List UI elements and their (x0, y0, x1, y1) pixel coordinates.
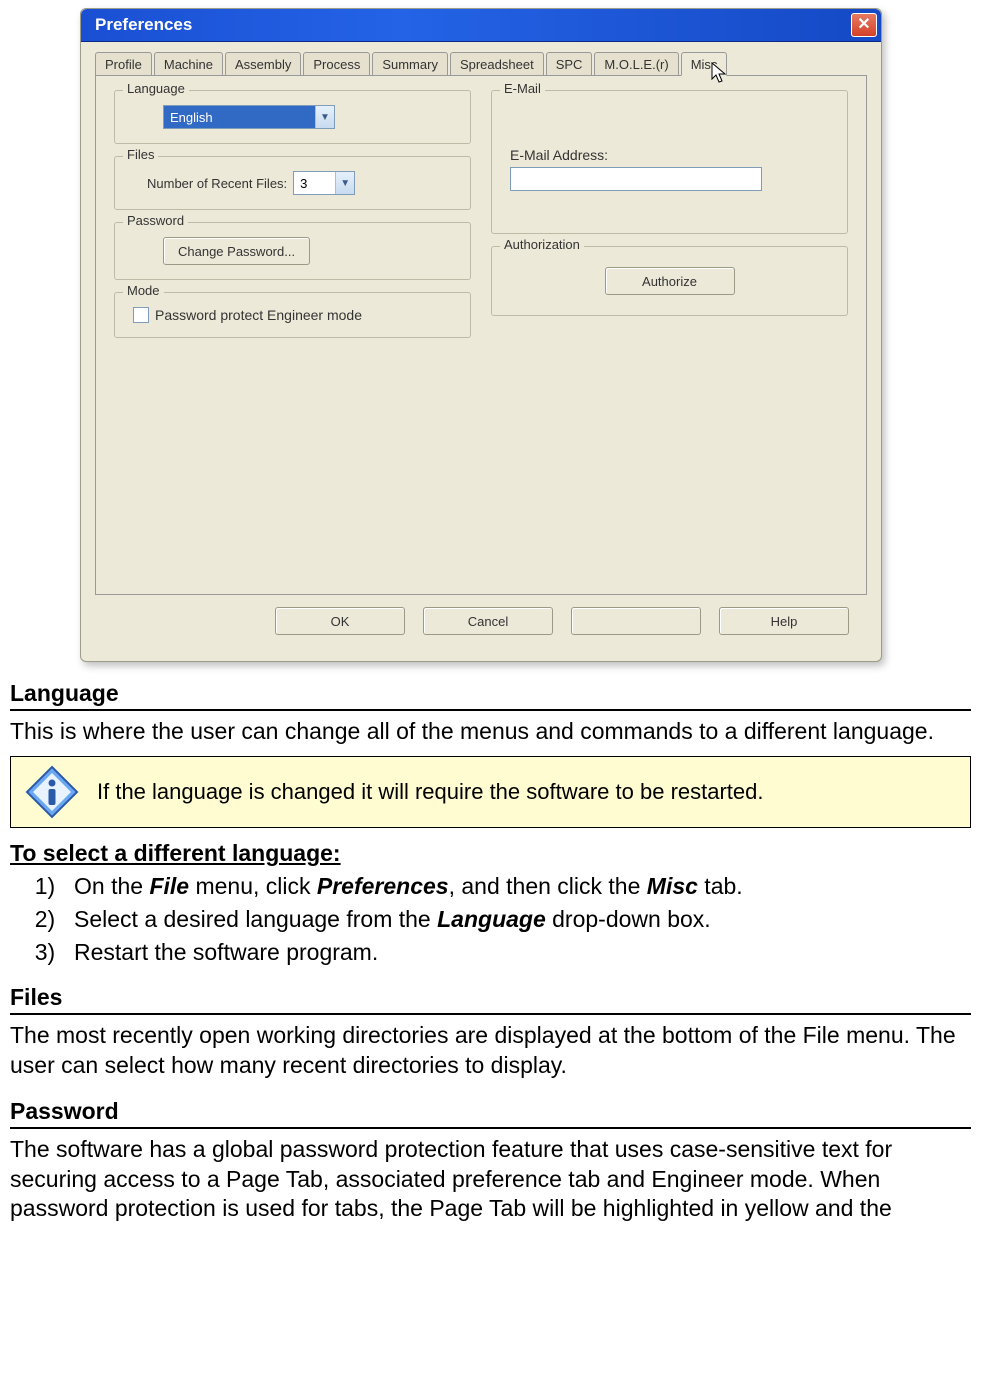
close-icon: ✕ (857, 17, 870, 33)
mode-legend: Mode (123, 283, 164, 298)
tab-misc-label: Misc (691, 57, 718, 72)
recent-files-label: Number of Recent Files: (147, 176, 287, 191)
email-label: E-Mail Address: (510, 147, 835, 163)
titlebar: Preferences ✕ (81, 9, 881, 42)
section-files-body: The most recently open working directori… (10, 1021, 971, 1080)
window-title: Preferences (95, 15, 192, 35)
files-group: Files Number of Recent Files: 3 ▼ (114, 156, 471, 210)
tab-summary[interactable]: Summary (372, 52, 448, 76)
procedure-list: On the File menu, click Preferences, and… (10, 873, 971, 966)
section-password-body: The software has a global password prote… (10, 1135, 971, 1223)
email-legend: E-Mail (500, 81, 545, 96)
tab-assembly[interactable]: Assembly (225, 52, 301, 76)
close-button[interactable]: ✕ (851, 13, 877, 37)
password-group: Password Change Password... (114, 222, 471, 280)
step-2: Select a desired language from the Langu… (68, 906, 971, 933)
tab-spreadsheet[interactable]: Spreadsheet (450, 52, 544, 76)
info-icon (25, 765, 79, 819)
tab-process[interactable]: Process (303, 52, 370, 76)
step-1: On the File menu, click Preferences, and… (68, 873, 971, 900)
tab-profile[interactable]: Profile (95, 52, 152, 76)
section-heading-files: Files (10, 984, 971, 1015)
change-password-button[interactable]: Change Password... (163, 237, 310, 265)
authorization-group: Authorization Authorize (491, 246, 848, 316)
email-input[interactable] (510, 167, 762, 191)
tab-strip: Profile Machine Assembly Process Summary… (95, 52, 867, 76)
authorization-legend: Authorization (500, 237, 584, 252)
cancel-button[interactable]: Cancel (423, 607, 553, 635)
section-language-body: This is where the user can change all of… (10, 717, 971, 746)
apply-button[interactable] (571, 607, 701, 635)
language-group: Language English ▼ (114, 90, 471, 144)
procedure-heading: To select a different language: (10, 840, 971, 867)
tab-mole[interactable]: M.O.L.E.(r) (594, 52, 678, 76)
step-3: Restart the software program. (68, 939, 971, 966)
tab-spc[interactable]: SPC (546, 52, 593, 76)
recent-files-value: 3 (294, 172, 335, 194)
engineer-mode-checkbox[interactable] (133, 307, 149, 323)
section-heading-language: Language (10, 680, 971, 711)
mode-group: Mode Password protect Engineer mode (114, 292, 471, 338)
note-box: If the language is changed it will requi… (10, 756, 971, 828)
tab-misc[interactable]: Misc (681, 52, 728, 76)
authorize-button[interactable]: Authorize (605, 267, 735, 295)
dialog-button-bar: OK Cancel Help (95, 595, 867, 651)
language-dropdown[interactable]: English ▼ (163, 105, 335, 129)
language-legend: Language (123, 81, 189, 96)
email-group: E-Mail E-Mail Address: (491, 90, 848, 234)
note-text: If the language is changed it will requi… (97, 779, 764, 805)
recent-files-dropdown[interactable]: 3 ▼ (293, 171, 355, 195)
ok-button[interactable]: OK (275, 607, 405, 635)
help-button[interactable]: Help (719, 607, 849, 635)
section-heading-password: Password (10, 1098, 971, 1129)
chevron-down-icon: ▼ (335, 172, 354, 194)
engineer-mode-label: Password protect Engineer mode (155, 307, 362, 323)
language-value: English (164, 106, 315, 128)
tab-machine[interactable]: Machine (154, 52, 223, 76)
preferences-dialog: Preferences ✕ Profile Machine Assembly P… (80, 8, 882, 662)
files-legend: Files (123, 147, 158, 162)
password-legend: Password (123, 213, 188, 228)
chevron-down-icon: ▼ (315, 106, 334, 128)
